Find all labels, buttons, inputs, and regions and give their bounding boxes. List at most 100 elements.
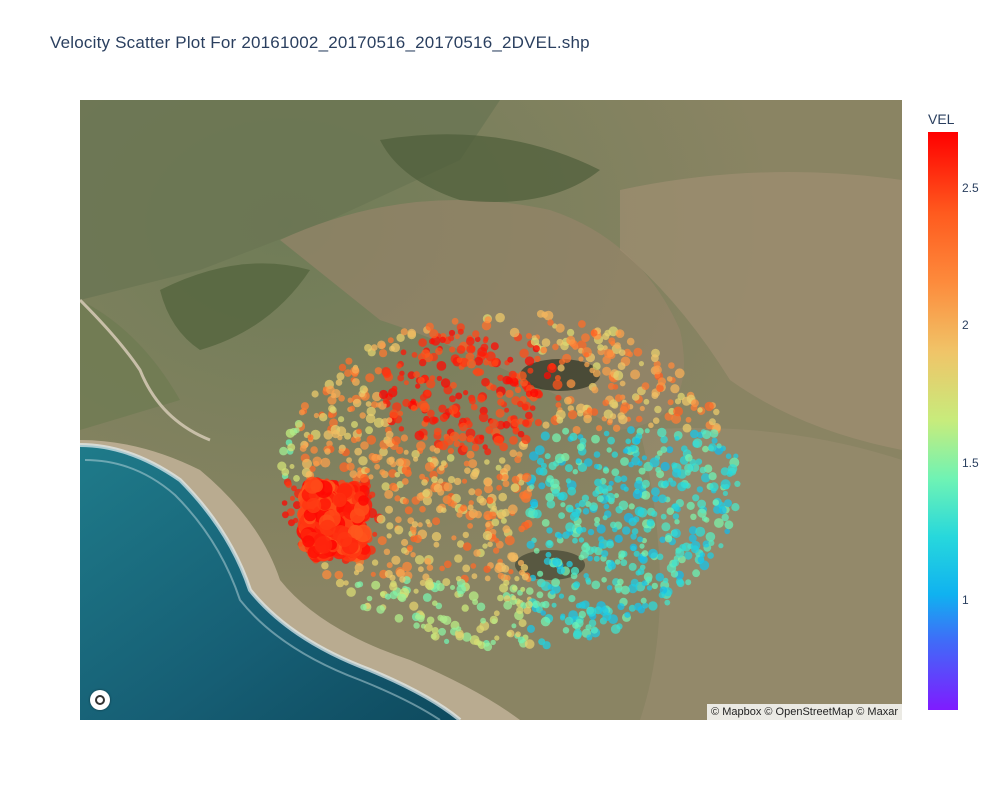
scatter-point — [651, 582, 658, 590]
scatter-point — [494, 635, 500, 641]
scatter-point — [503, 600, 513, 610]
scatter-point — [620, 559, 628, 567]
scatter-point — [438, 627, 446, 636]
scatter-point — [573, 629, 583, 638]
scatter-point — [534, 355, 541, 363]
scatter-point — [424, 579, 434, 590]
scatter-point — [424, 462, 435, 472]
scatter-point — [479, 434, 485, 440]
scatter-point — [614, 394, 623, 402]
scatter-point — [593, 451, 601, 458]
scatter-point — [323, 430, 333, 440]
scatter-point — [394, 525, 404, 535]
scatter-point — [572, 621, 579, 629]
scatter-point — [483, 478, 492, 487]
map-attribution[interactable]: © Mapbox © OpenStreetMap © Maxar — [707, 704, 902, 720]
scatter-point — [545, 551, 552, 558]
mapbox-logo-icon[interactable] — [90, 690, 110, 710]
scatter-point — [537, 570, 544, 577]
scatter-point — [281, 500, 288, 506]
scatter-point — [509, 436, 518, 445]
scatter-point — [391, 385, 398, 392]
scatter-point — [535, 467, 544, 476]
scatter-point — [695, 526, 706, 537]
scatter-point — [666, 376, 673, 382]
scatter-point — [482, 530, 493, 541]
scatter-point — [418, 338, 427, 347]
scatter-point — [565, 478, 572, 484]
scatter-point — [313, 412, 319, 419]
scatter-point — [536, 591, 544, 599]
scatter-point — [594, 516, 601, 523]
map-view[interactable]: © Mapbox © OpenStreetMap © Maxar — [80, 100, 902, 720]
scatter-point — [403, 449, 409, 455]
scatter-point — [491, 518, 500, 527]
scatter-point — [567, 410, 578, 420]
scatter-point — [293, 427, 300, 434]
scatter-point — [530, 337, 540, 346]
scatter-point — [422, 489, 430, 498]
scatter-point — [338, 363, 347, 372]
scatter-point — [439, 615, 448, 624]
scatter-point — [589, 502, 598, 511]
scatter-point — [433, 427, 442, 436]
scatter-point — [611, 451, 618, 458]
scatter-point — [450, 382, 457, 389]
scatter-point — [533, 547, 540, 554]
scatter-point — [555, 394, 562, 402]
scatter-point — [652, 495, 660, 503]
scatter-point — [562, 353, 572, 363]
scatter-point — [422, 593, 432, 602]
scatter-point — [551, 602, 557, 608]
scatter-point — [382, 368, 392, 378]
scatter-point — [641, 490, 651, 500]
scatter-point — [417, 522, 423, 528]
scatter-point — [460, 504, 468, 512]
scatter-point — [655, 572, 665, 582]
scatter-point — [584, 458, 593, 467]
scatter-point — [495, 408, 505, 418]
scatter-point — [704, 401, 714, 412]
scatter-point — [617, 362, 626, 370]
scatter-point — [539, 601, 546, 608]
scatter-point — [701, 516, 708, 522]
colorbar — [928, 132, 958, 710]
scatter-point — [543, 372, 551, 380]
scatter-point — [366, 595, 373, 602]
scatter-point — [329, 406, 337, 414]
scatter-point — [364, 344, 372, 352]
scatter-point — [410, 535, 418, 543]
scatter-point — [470, 403, 478, 411]
scatter-point — [368, 474, 374, 480]
scatter-point — [546, 499, 556, 509]
scatter-point — [379, 469, 386, 476]
scatter-point — [410, 552, 416, 558]
scatter-point — [309, 465, 316, 472]
scatter-point — [724, 499, 732, 508]
scatter-point — [354, 524, 372, 543]
scatter-point — [525, 333, 532, 339]
scatter-point — [319, 413, 328, 422]
scatter-point — [639, 405, 645, 412]
scatter-point — [401, 478, 409, 485]
scatter-point — [448, 329, 456, 337]
scatter-point — [617, 412, 625, 420]
scatter-point — [534, 445, 545, 456]
scatter-point — [585, 624, 592, 631]
scatter-point — [379, 349, 388, 358]
scatter-point — [448, 335, 455, 342]
scatter-point — [387, 337, 394, 344]
colorbar-tick: 2 — [962, 318, 969, 332]
scatter-point — [530, 388, 539, 398]
scatter-point — [478, 412, 489, 423]
scatter-point — [598, 536, 605, 543]
scatter-point — [525, 411, 533, 420]
scatter-point — [349, 405, 355, 412]
scatter-point — [488, 511, 497, 520]
scatter-point — [631, 393, 640, 401]
scatter-point — [641, 479, 650, 488]
scatter-point — [437, 488, 445, 496]
scatter-point — [697, 407, 703, 413]
scatter-point — [395, 458, 404, 467]
scatter-point — [601, 550, 609, 558]
